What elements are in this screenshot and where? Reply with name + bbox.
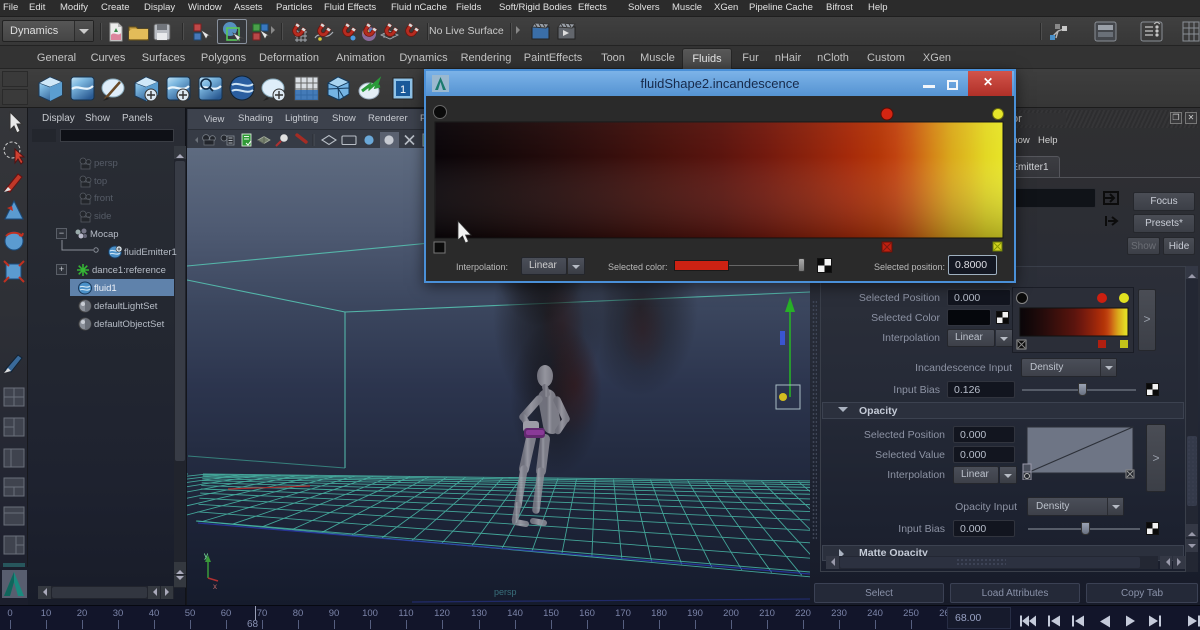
svg-text:x: x: [213, 582, 217, 591]
svg-text:persp: persp: [494, 587, 517, 597]
svg-text:y: y: [204, 551, 208, 560]
svg-text:1: 1: [400, 84, 406, 96]
